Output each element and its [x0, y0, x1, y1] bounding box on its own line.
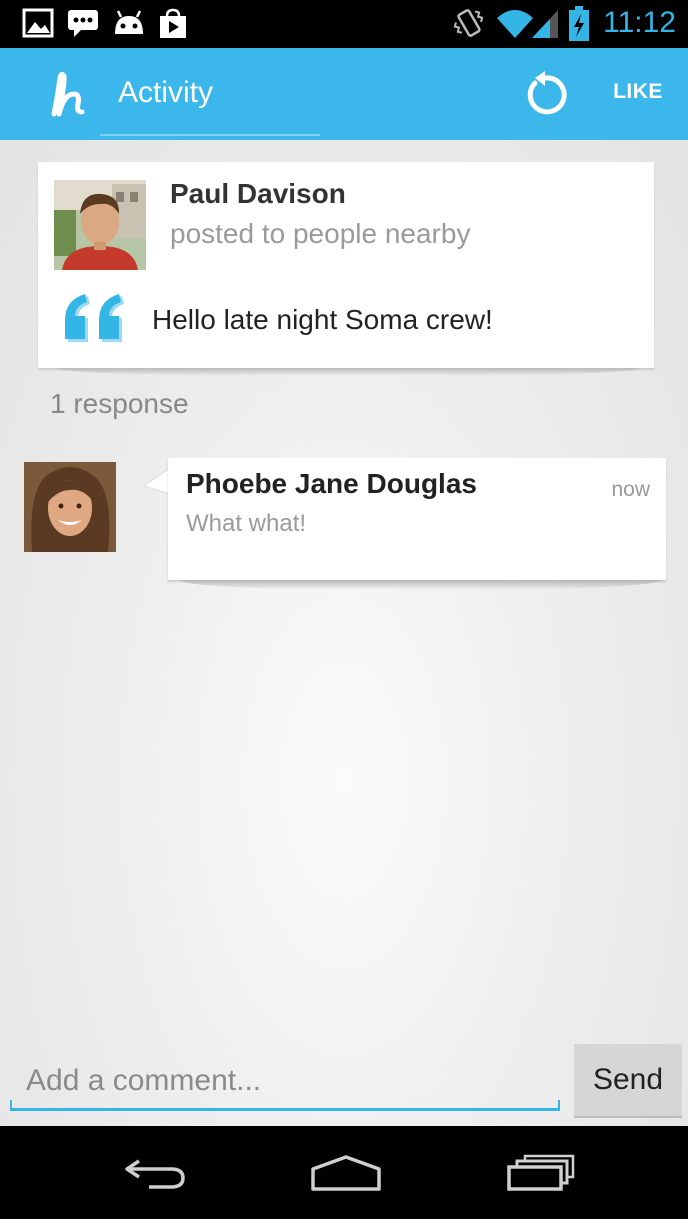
reply-card[interactable]: Phoebe Jane Douglas now What what!: [168, 458, 666, 580]
chat-icon: [66, 8, 100, 43]
post-author-name[interactable]: Paul Davison: [170, 178, 346, 210]
home-icon: [311, 1155, 381, 1191]
comment-input-underline-right: [558, 1100, 560, 1110]
recent-apps-icon: [507, 1154, 575, 1191]
reply-timestamp: now: [611, 478, 650, 501]
status-time: 11:12: [603, 6, 676, 39]
reply-author-name[interactable]: Phoebe Jane Douglas: [186, 468, 477, 500]
comment-input-underline: [10, 1108, 560, 1111]
content-area: Paul Davison posted to people nearby Hel…: [0, 140, 688, 1126]
vibrate-icon: [452, 6, 486, 45]
post-subtitle: posted to people nearby: [170, 218, 471, 249]
home-button[interactable]: [306, 1146, 386, 1200]
recent-apps-button[interactable]: [500, 1146, 580, 1200]
gallery-icon: [22, 8, 54, 43]
quote-icon: [64, 294, 130, 349]
like-button[interactable]: LIKE: [600, 80, 676, 110]
status-bar: 11:12: [0, 0, 688, 48]
action-bar: Activity LIKE: [0, 48, 688, 140]
post-card-shadow: [56, 368, 640, 376]
refresh-icon: [527, 71, 567, 115]
comment-input[interactable]: [10, 1052, 560, 1110]
page-title[interactable]: Activity: [118, 76, 213, 110]
signal-icon: [530, 6, 560, 45]
post-card[interactable]: Paul Davison posted to people nearby Hel…: [38, 162, 654, 368]
android-icon: [112, 8, 146, 43]
app-logo-icon[interactable]: [44, 70, 92, 118]
reply-author-avatar[interactable]: [24, 462, 116, 552]
responses-count: 1 response: [50, 388, 189, 419]
title-divider: [100, 134, 320, 136]
reply-card-shadow: [180, 580, 660, 590]
nav-bar: [0, 1126, 688, 1219]
battery-charging-icon: [568, 6, 590, 47]
refresh-button[interactable]: [518, 68, 572, 122]
comment-input-underline-left: [10, 1100, 12, 1110]
reply-text: What what!: [186, 510, 307, 537]
play-store-icon: [158, 8, 188, 45]
back-button[interactable]: [114, 1146, 194, 1200]
back-icon: [125, 1159, 185, 1189]
post-message: Hello late night Soma crew!: [152, 304, 493, 335]
author-avatar[interactable]: [54, 180, 146, 270]
wifi-icon: [496, 6, 534, 45]
send-button[interactable]: Send: [574, 1044, 682, 1118]
